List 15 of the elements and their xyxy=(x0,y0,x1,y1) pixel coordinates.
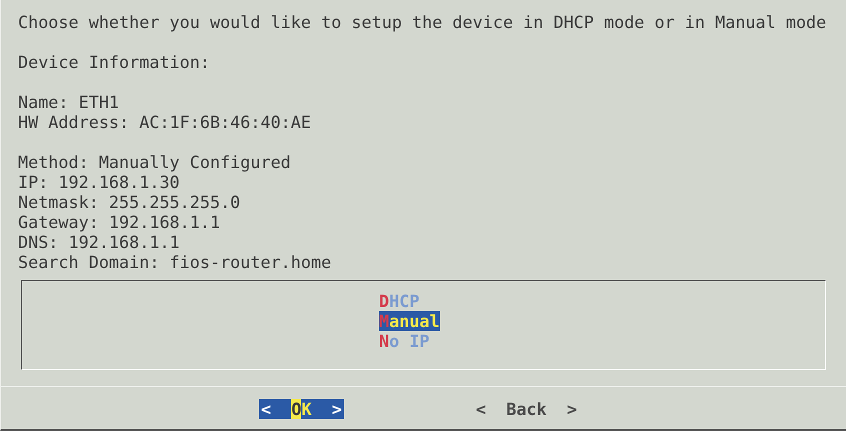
info-line: Search Domain: fios-router.home xyxy=(18,252,332,272)
section-heading: Device Information: xyxy=(18,52,210,72)
prompt-text: Choose whether you would like to setup the device in DHCP mode or in Manual mode xyxy=(18,12,826,32)
menu-item[interactable]: Manual xyxy=(379,311,440,331)
info-line: DNS: 192.168.1.1 xyxy=(18,232,180,252)
info-line: Method: Manually Configured xyxy=(18,152,291,172)
info-line: Name: ETH1 xyxy=(18,92,120,112)
info-line: Netmask: 255.255.255.0 xyxy=(18,192,240,212)
info-line: HW Address: AC:1F:6B:46:40:AE xyxy=(18,112,311,132)
menu-item[interactable]: DHCP xyxy=(379,291,420,311)
ok-button[interactable]: < OK > xyxy=(259,399,344,419)
back-button[interactable]: < Back > xyxy=(474,399,579,419)
menu-item[interactable]: No IP xyxy=(379,331,430,351)
info-line: IP: 192.168.1.30 xyxy=(18,172,180,192)
info-line: Gateway: 192.168.1.1 xyxy=(18,212,220,232)
